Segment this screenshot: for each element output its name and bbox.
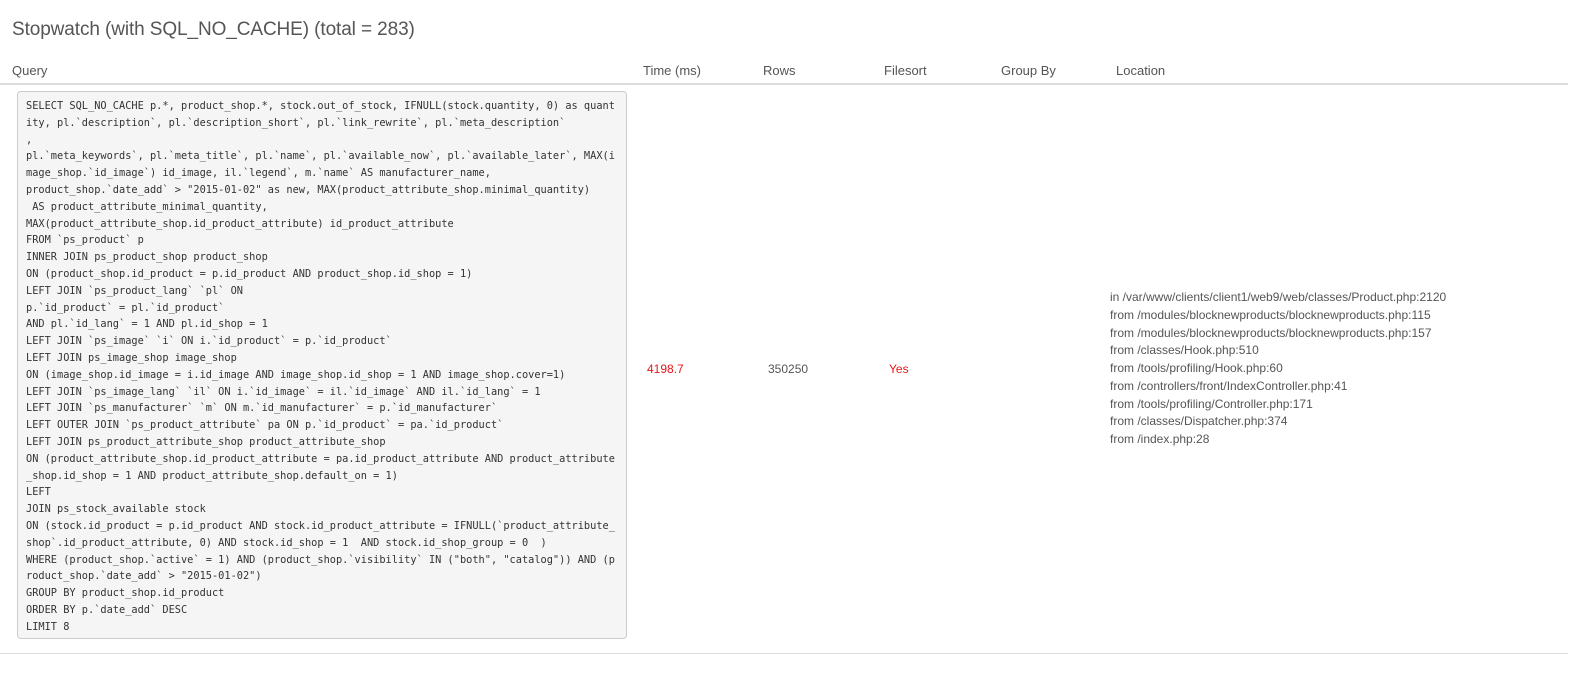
time-value: 4198.7 xyxy=(631,84,751,654)
location-line: from /controllers/front/IndexController.… xyxy=(1110,378,1348,393)
table-row: SELECT SQL_NO_CACHE p.*, product_shop.*,… xyxy=(0,84,1568,654)
location-line: from /tools/profiling/Controller.php:171 xyxy=(1110,396,1313,411)
location-line: from /classes/Hook.php:510 xyxy=(1110,343,1259,358)
location-line: from /modules/blocknewproducts/blocknewp… xyxy=(1110,325,1432,340)
rows-value: 350250 xyxy=(751,84,872,654)
table-header: Query Time (ms) Rows Filesort Group By L… xyxy=(0,57,1568,85)
column-header-time: Time (ms) xyxy=(631,57,751,85)
table-body: SELECT SQL_NO_CACHE p.*, product_shop.*,… xyxy=(0,84,1568,654)
location-cell: in /var/www/clients/client1/web9/web/cla… xyxy=(1104,84,1568,654)
page-title: Stopwatch (with SQL_NO_CACHE) (total = 2… xyxy=(12,19,415,40)
column-header-filesort: Filesort xyxy=(872,57,989,85)
location-line: from /classes/Dispatcher.php:374 xyxy=(1110,414,1288,429)
location-line: from /tools/profiling/Hook.php:60 xyxy=(1110,361,1283,376)
group-by-value xyxy=(989,84,1104,654)
header-row: Query Time (ms) Rows Filesort Group By L… xyxy=(0,57,1568,85)
location-line: in /var/www/clients/client1/web9/web/cla… xyxy=(1110,290,1447,305)
location-line: from /modules/blocknewproducts/blocknewp… xyxy=(1110,308,1431,323)
query-cell: SELECT SQL_NO_CACHE p.*, product_shop.*,… xyxy=(0,84,631,654)
column-header-group-by: Group By xyxy=(989,57,1104,85)
column-header-query: Query xyxy=(0,57,631,85)
filesort-value: Yes xyxy=(872,84,989,654)
sql-query-code[interactable]: SELECT SQL_NO_CACHE p.*, product_shop.*,… xyxy=(17,91,627,639)
column-header-rows: Rows xyxy=(751,57,872,85)
location-line: from /index.php:28 xyxy=(1110,431,1210,446)
column-header-location: Location xyxy=(1104,57,1568,85)
query-profile-table: Query Time (ms) Rows Filesort Group By L… xyxy=(0,57,1568,654)
